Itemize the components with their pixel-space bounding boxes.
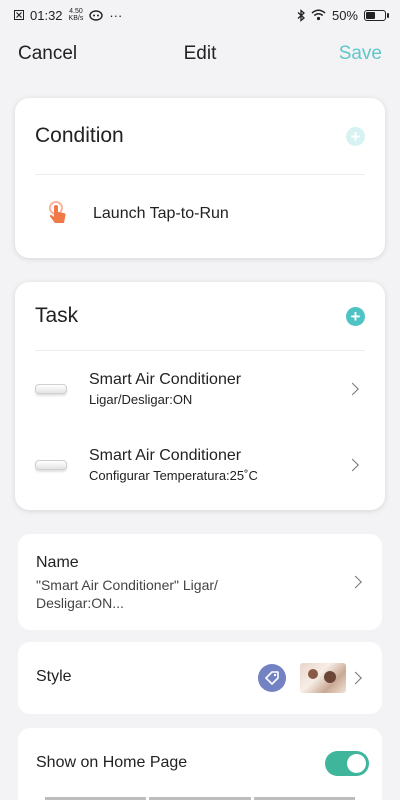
status-bar: 01:32 4.50 KB/s ··· 50% — [0, 0, 400, 30]
condition-card: Condition + Launch Tap-to-Run — [15, 98, 385, 258]
condition-item[interactable]: Launch Tap-to-Run — [15, 175, 385, 253]
name-row[interactable]: Name "Smart Air Conditioner" Ligar/ Desl… — [18, 534, 382, 630]
top-nav: Cancel Edit Save — [0, 30, 400, 78]
plus-icon: + — [350, 306, 361, 326]
app-notification-icon — [89, 10, 104, 21]
name-value-line1: "Smart Air Conditioner" Ligar/ — [36, 577, 218, 593]
style-preview — [258, 663, 346, 693]
cancel-button[interactable]: Cancel — [18, 43, 77, 65]
task-item[interactable]: Smart Air Conditioner Ligar/Desligar:ON — [15, 351, 385, 427]
clock: 01:32 — [30, 7, 63, 23]
name-content: Name "Smart Air Conditioner" Ligar/ Desl… — [36, 554, 342, 612]
task-text: Smart Air Conditioner Configurar Tempera… — [89, 447, 258, 483]
task-title: Smart Air Conditioner — [89, 371, 242, 388]
tag-icon-glyph — [265, 671, 279, 685]
status-left: 01:32 4.50 KB/s ··· — [14, 8, 122, 23]
name-value: "Smart Air Conditioner" Ligar/ Desligar:… — [36, 576, 342, 612]
show-on-home-toggle[interactable] — [325, 751, 369, 776]
condition-heading: Condition — [35, 124, 124, 147]
bluetooth-icon — [297, 8, 305, 22]
name-value-line2: Desligar:ON... — [36, 595, 124, 611]
battery-icon — [364, 9, 389, 21]
style-label: Style — [36, 668, 72, 685]
battery-percent: 50% — [331, 7, 358, 23]
status-right: 50% — [297, 7, 389, 23]
air-conditioner-icon — [35, 384, 67, 394]
tap-hand-icon — [49, 201, 66, 223]
task-header: Task + — [15, 282, 385, 350]
chevron-right-icon — [346, 382, 359, 396]
air-conditioner-icon — [35, 460, 67, 470]
task-item[interactable]: Smart Air Conditioner Configurar Tempera… — [15, 427, 385, 503]
task-subtitle: Configurar Temperatura:25˚C — [89, 468, 258, 483]
name-label: Name — [36, 554, 79, 571]
task-subtitle: Ligar/Desligar:ON — [89, 392, 193, 407]
task-card: Task + Smart Air Conditioner Ligar/Desli… — [15, 282, 385, 510]
chevron-right-icon — [349, 575, 362, 589]
task-title: Smart Air Conditioner — [89, 447, 242, 464]
battery-level — [366, 11, 375, 19]
wifi-icon — [311, 9, 326, 21]
task-heading: Task — [35, 304, 79, 327]
network-speed: 4.50 KB/s — [68, 8, 84, 22]
task-text: Smart Air Conditioner Ligar/Desligar:ON — [89, 371, 241, 407]
close-notification-icon — [14, 10, 24, 20]
chevron-right-icon — [349, 671, 362, 685]
home-page-row: Show on Home Page — [18, 728, 382, 800]
tag-icon — [258, 664, 286, 692]
home-page-label: Show on Home Page — [36, 754, 188, 771]
toggle-knob — [347, 754, 366, 773]
style-row[interactable]: Style — [18, 642, 382, 714]
style-thumbnail — [300, 663, 346, 693]
add-task-button[interactable]: + — [346, 306, 365, 326]
chevron-right-icon — [346, 458, 359, 472]
condition-label: Launch Tap-to-Run — [93, 205, 229, 222]
more-notifications: ··· — [109, 7, 123, 23]
save-button[interactable]: Save — [339, 43, 382, 65]
add-condition-button[interactable]: + — [346, 126, 365, 146]
plus-icon: + — [350, 126, 361, 146]
condition-header: Condition + — [15, 98, 385, 174]
